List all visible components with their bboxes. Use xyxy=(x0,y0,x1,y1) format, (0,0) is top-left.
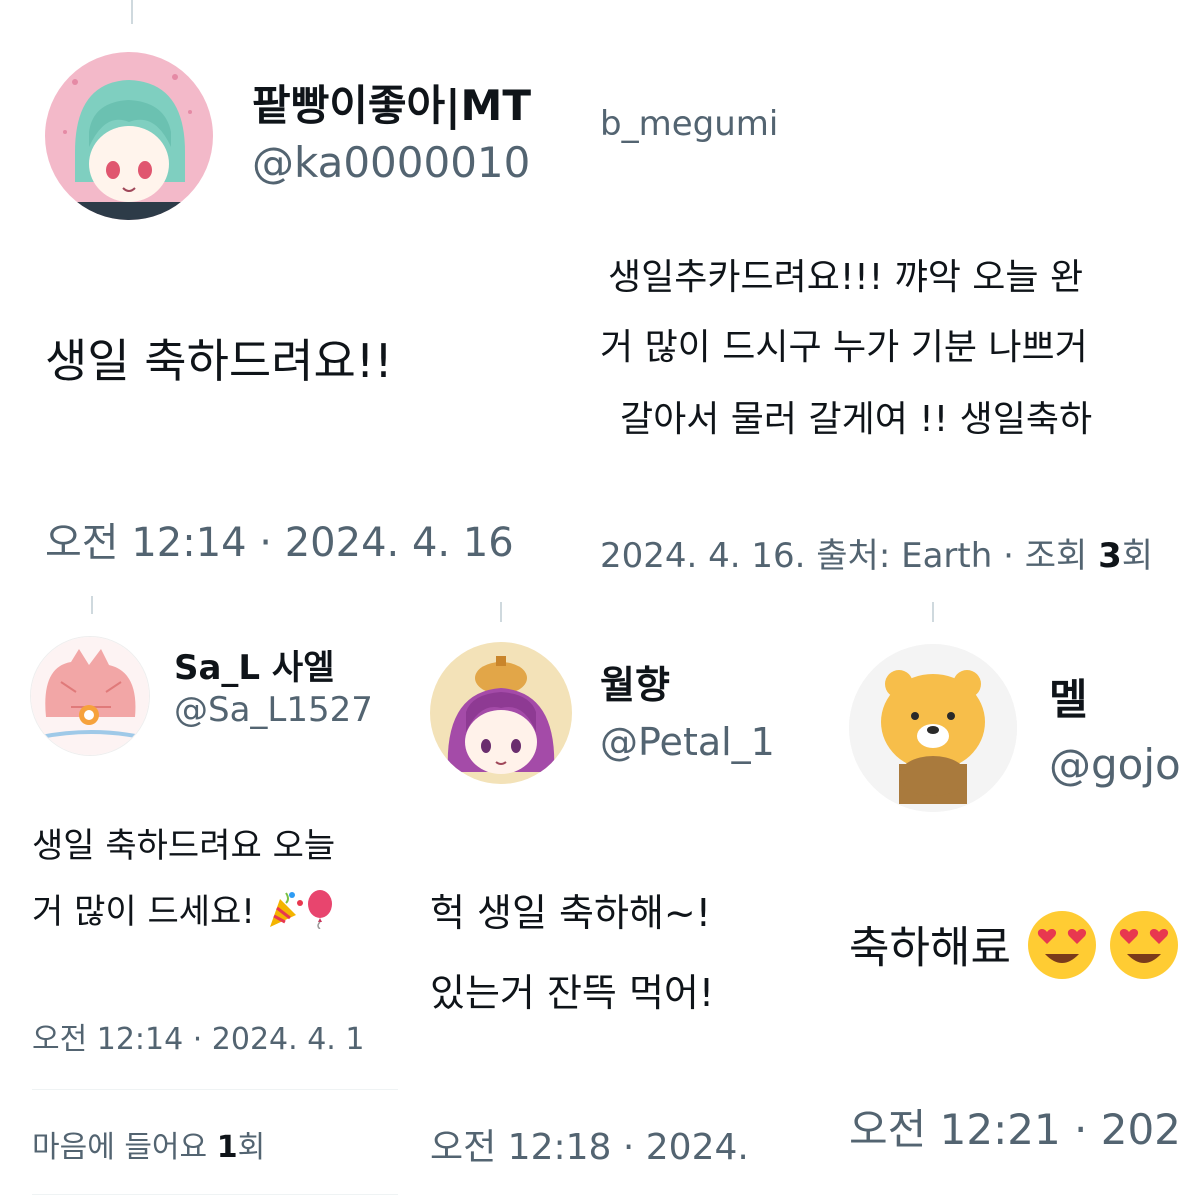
display-name[interactable]: Sa_L 사엘 xyxy=(174,640,335,689)
tweet-meta: 2024. 4. 16. 출처: Earth · 조회 3회 xyxy=(600,528,1153,577)
balloon-icon xyxy=(306,889,334,938)
handle[interactable]: @Sa_L1527 xyxy=(174,690,373,730)
heart-eyes-face-icon xyxy=(1025,908,1099,993)
avatar[interactable] xyxy=(45,52,213,220)
tweet-text: 생일 축하드려요!! xyxy=(45,334,393,388)
avatar[interactable] xyxy=(30,636,150,756)
thread-line xyxy=(91,596,93,614)
tweet-card-4: 월향 @Petal_1 헉 생일 축하해~! 있는거 잔뜩 먹어! 오전 12:… xyxy=(400,596,805,1200)
tweet-text-content: 축하해료 xyxy=(849,922,1011,974)
avatar[interactable] xyxy=(849,644,1017,812)
tweet-card-2: b_megumi 생일추카드려요!!! 꺄악 오늘 완 거 많이 드시구 누가 … xyxy=(600,0,1200,590)
heart-eyes-face-icon xyxy=(1107,908,1181,993)
tweet-text-line-1: 생일 축하드려요 오늘 xyxy=(32,826,336,866)
handle[interactable]: @gojo xyxy=(1049,740,1181,789)
thread-line xyxy=(500,602,502,622)
tweet-card-3: Sa_L 사엘 @Sa_L1527 생일 축하드려요 오늘 거 많이 드세요! … xyxy=(0,596,400,1200)
tweet-text-line-2: 있는거 잔뜩 먹어! xyxy=(430,971,715,1015)
display-name[interactable]: 팥빵이좋아|MT xyxy=(252,72,531,133)
timestamp[interactable]: 오전 12:14 · 2024. 4. 1 xyxy=(32,1014,364,1058)
tweet-text-line-3: 갈아서 물러 갈게여 !! 생일축하 xyxy=(620,399,1093,440)
avatar[interactable] xyxy=(430,642,572,784)
display-name[interactable]: 멜 xyxy=(1049,666,1088,727)
thread-line xyxy=(131,0,133,24)
views-unit: 회 xyxy=(1121,536,1154,576)
likes-unit: 회 xyxy=(237,1130,266,1165)
handle[interactable]: @ka0000010 xyxy=(252,138,530,187)
timestamp[interactable]: 오전 12:14 · 2024. 4. 16 xyxy=(45,510,514,568)
tweet-card-1: 팥빵이좋아|MT @ka0000010 생일 축하드려요!! 오전 12:14 … xyxy=(0,0,600,590)
handle[interactable]: @Petal_1 xyxy=(600,720,775,764)
views-count: 3 xyxy=(1098,536,1122,576)
display-name[interactable]: 월향 xyxy=(600,654,670,709)
divider xyxy=(32,1089,398,1090)
likes-count: 1 xyxy=(216,1130,238,1165)
timestamp[interactable]: 오전 12:21 · 202 xyxy=(849,1096,1181,1157)
tweet-text-line-2: 거 많이 드시구 누가 기분 나쁘거 xyxy=(600,327,1088,368)
likes-label: 마음에 들어요 xyxy=(32,1130,217,1165)
thread-line xyxy=(932,602,934,622)
likes-stat[interactable]: 마음에 들어요 1회 xyxy=(32,1122,265,1166)
divider xyxy=(32,1194,398,1195)
timestamp[interactable]: 오전 12:18 · 2024. xyxy=(430,1118,749,1170)
tweet-card-5: 멜 @gojo 축하해료 오전 12:21 · 202 xyxy=(805,596,1200,1200)
party-popper-icon xyxy=(266,889,306,938)
tweet-text-line-2-text: 거 많이 드세요! xyxy=(32,892,255,932)
handle[interactable]: b_megumi xyxy=(600,104,778,144)
tweet-text: 축하해료 xyxy=(849,908,1181,993)
tweet-text-line-2: 거 많이 드세요! xyxy=(32,884,334,938)
tweet-text-line-1: 생일추카드려요!!! 꺄악 오늘 완 xyxy=(608,257,1084,298)
tweet-text-line-1: 헉 생일 축하해~! xyxy=(430,891,711,935)
meta-date-source: 2024. 4. 16. 출처: Earth · 조회 xyxy=(600,536,1099,576)
